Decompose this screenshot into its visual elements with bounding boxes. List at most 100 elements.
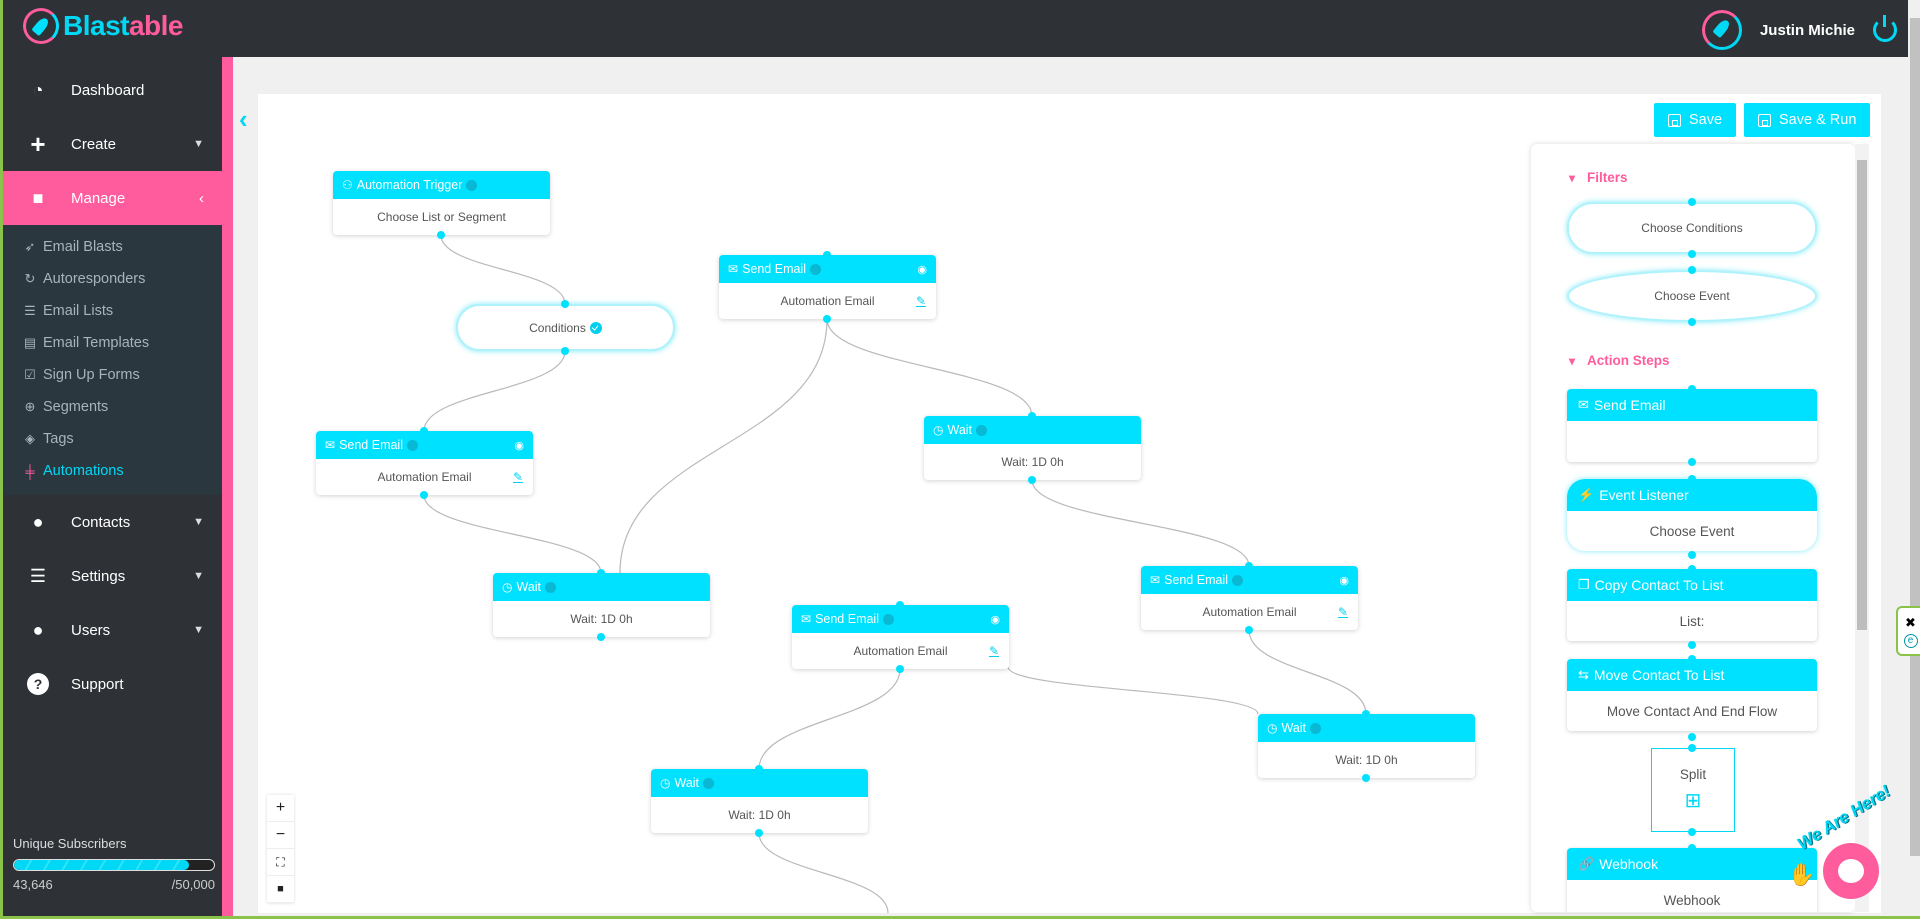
send-email-node[interactable]: ✉ Send Email ◉ Automation Email ✎: [719, 255, 936, 319]
connector-dot[interactable]: [561, 347, 569, 355]
eye-icon[interactable]: ◉: [990, 613, 1000, 626]
edit-pencil-icon[interactable]: ✎: [513, 470, 523, 484]
collapse-chevron-icon[interactable]: ‹: [239, 104, 248, 135]
connector-dot[interactable]: [896, 601, 904, 609]
envelope-icon: ✉: [728, 262, 739, 276]
user-name[interactable]: Justin Michie: [1760, 22, 1855, 39]
node-body: Automation Email: [853, 644, 948, 658]
conditions-node[interactable]: Conditions: [456, 304, 675, 351]
sidebar-item-email-lists[interactable]: ☰ Email Lists: [3, 295, 222, 327]
edit-pencil-icon[interactable]: ✎: [916, 294, 926, 308]
send-email-step[interactable]: ✉ Send Email: [1567, 389, 1817, 462]
connector-dot[interactable]: [823, 315, 831, 323]
sidebar-item-email-blasts[interactable]: ➶ Email Blasts: [3, 231, 222, 263]
node-body: Wait: 1D 0h: [570, 612, 633, 626]
move-contact-step[interactable]: ⇆ Move Contact To List Move Contact And En…: [1567, 659, 1817, 731]
sidebar-item-settings[interactable]: ☰ Settings ▼: [3, 549, 222, 603]
brand-logo[interactable]: Blastable: [23, 8, 184, 44]
sidebar-item-automations[interactable]: ╪ Automations: [3, 455, 222, 487]
page-scrollbar[interactable]: [1908, 0, 1920, 916]
sidebar-item-tags[interactable]: ◈ Tags: [3, 423, 222, 455]
trigger-node[interactable]: ⚇ Automation Trigger Choose List or Segme…: [333, 171, 550, 235]
page-scrollbar-thumb[interactable]: [1910, 18, 1920, 856]
browser-extension-widget[interactable]: ✖ e: [1896, 606, 1920, 656]
sidebar-item-support[interactable]: ? Support: [3, 657, 222, 711]
connector-dot[interactable]: [597, 569, 605, 577]
node-title: Automation Trigger: [356, 178, 463, 192]
save-icon: [1668, 113, 1681, 127]
choose-conditions-step[interactable]: Choose Conditions: [1567, 202, 1817, 254]
action-steps-label: Action Steps: [1587, 353, 1670, 368]
eye-icon[interactable]: ◉: [514, 439, 524, 452]
sidebar-item-segments[interactable]: ⊕ Segments: [3, 391, 222, 423]
eye-icon[interactable]: ◉: [1339, 574, 1349, 587]
edit-pencil-icon[interactable]: ✎: [1338, 605, 1348, 619]
wait-node[interactable]: ◷ Wait Wait: 1D 0h: [493, 573, 710, 637]
connector-dot: [1688, 318, 1696, 326]
connector-dot[interactable]: [1362, 774, 1370, 782]
avatar[interactable]: [1701, 10, 1742, 50]
connector-dot[interactable]: [1362, 710, 1370, 718]
send-email-node[interactable]: ✉ Send Email ◉ Automation Email ✎: [316, 431, 533, 495]
zoom-out-button[interactable]: −: [267, 822, 294, 849]
eye-icon[interactable]: ◉: [917, 263, 927, 276]
link-send-center-wait-right: [1007, 666, 1259, 715]
send-email-node[interactable]: ✉ Send Email ◉ Automation Email ✎: [1141, 566, 1358, 630]
connector-dot[interactable]: [823, 251, 831, 259]
edit-pencil-icon[interactable]: ✎: [989, 644, 999, 658]
users-icon: ●: [32, 619, 44, 640]
wait-node[interactable]: ◷ Wait Wait: 1D 0h: [1258, 714, 1475, 778]
connector-dot: [1688, 266, 1696, 274]
save-run-button[interactable]: Save & Run: [1744, 103, 1871, 137]
connector-dot[interactable]: [896, 665, 904, 673]
wait-node[interactable]: ◷ Wait Wait: 1D 0h: [651, 769, 868, 833]
step-body: Webhook: [1663, 892, 1721, 908]
connector-dot[interactable]: [1245, 626, 1253, 634]
event-listener-step[interactable]: ⚡ Event Listener Choose Event: [1567, 479, 1817, 551]
choose-event-step[interactable]: Choose Event: [1567, 270, 1817, 322]
close-icon[interactable]: ✖: [1905, 615, 1916, 631]
sidebar-item-create[interactable]: + Create ▼: [3, 117, 222, 171]
check-icon: [703, 777, 715, 789]
split-step[interactable]: Split ⊞: [1651, 748, 1735, 832]
panel-scrollbar-thumb[interactable]: [1857, 160, 1867, 630]
extension-e-icon[interactable]: e: [1903, 633, 1918, 648]
wait-node[interactable]: ◷ Wait Wait: 1D 0h: [924, 416, 1141, 480]
save-button[interactable]: Save: [1654, 103, 1737, 137]
connector-dot[interactable]: [755, 829, 763, 837]
action-steps-section-toggle[interactable]: Action Steps: [1569, 353, 1670, 368]
webhook-step[interactable]: 🔗 Webhook Webhook: [1567, 848, 1817, 912]
signpost-icon: ╪: [25, 463, 35, 479]
sidebar-item-users[interactable]: ● Users ▼: [3, 603, 222, 657]
connector-dot[interactable]: [755, 765, 763, 773]
sidebar-item-manage[interactable]: ■ Manage ‹: [3, 171, 222, 225]
step-title: Copy Contact To List: [1594, 577, 1724, 593]
filters-section-toggle[interactable]: Filters: [1569, 170, 1628, 185]
refresh-icon: ↻: [24, 271, 36, 286]
node-title: Conditions: [529, 320, 586, 335]
zoom-in-button[interactable]: +: [267, 795, 294, 822]
fit-view-button[interactable]: ⛶: [267, 849, 294, 876]
connector-dot[interactable]: [597, 633, 605, 641]
sidebar-item-sign-up-forms[interactable]: ☑ Sign Up Forms: [3, 359, 222, 391]
sidebar-item-email-templates[interactable]: ▤ Email Templates: [3, 327, 222, 359]
sub-item-label: Sign Up Forms: [43, 367, 140, 383]
connector-dot[interactable]: [437, 231, 445, 239]
chat-button[interactable]: [1823, 843, 1879, 899]
lock-button[interactable]: ■: [267, 876, 294, 903]
connector-dot[interactable]: [1245, 562, 1253, 570]
connector-dot[interactable]: [561, 300, 569, 308]
connector-dot[interactable]: [420, 427, 428, 435]
sidebar-item-autoresponders[interactable]: ↻ Autoresponders: [3, 263, 222, 295]
node-title: Wait: [1281, 721, 1307, 735]
copy-contact-step[interactable]: ❐ Copy Contact To List List:: [1567, 569, 1817, 641]
send-email-node[interactable]: ✉ Send Email ◉ Automation Email ✎: [792, 605, 1009, 669]
connector-dot: [1688, 844, 1696, 852]
connector-dot[interactable]: [420, 491, 428, 499]
power-icon[interactable]: [1873, 15, 1897, 42]
connector-dot[interactable]: [1028, 412, 1036, 420]
connector-dot[interactable]: [1028, 476, 1036, 484]
sidebar-item-contacts[interactable]: ● Contacts ▼: [3, 495, 222, 549]
check-icon: [883, 613, 894, 625]
sidebar-item-dashboard[interactable]: ◔ Dashboard: [3, 63, 222, 117]
